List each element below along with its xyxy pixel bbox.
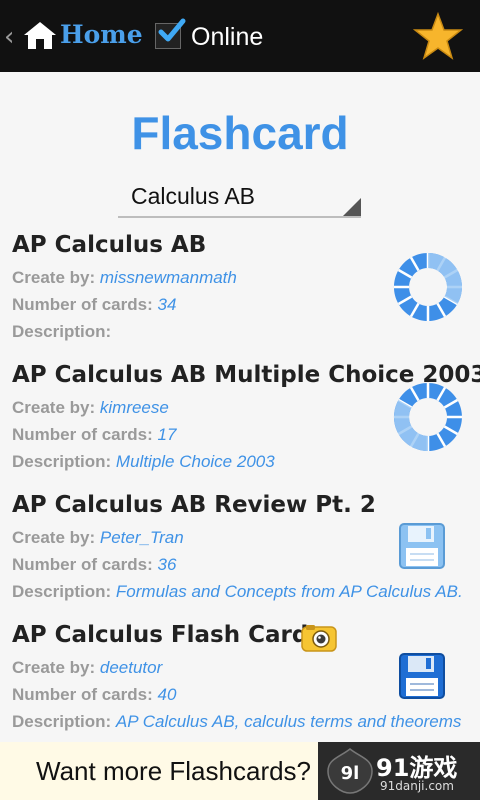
count-label: Number of cards: (12, 295, 153, 314)
description-label: Description: (12, 452, 112, 471)
description-row: Description: Formulas and Concepts from … (12, 582, 463, 602)
watermark-emblem-icon: 9l (327, 748, 373, 794)
description-value: Formulas and Concepts from AP Calculus A… (115, 582, 463, 601)
set-title: AP Calculus AB Review Pt. 2 (12, 492, 376, 518)
creator-label: Create by: (12, 398, 96, 417)
floppy-disk-icon[interactable] (398, 522, 446, 570)
count-label: Number of cards: (12, 425, 153, 444)
creator-label: Create by: (12, 528, 96, 547)
creator-row: Create by: Peter_Tran (12, 528, 184, 548)
action-bar: ‹ Home Online (0, 0, 480, 72)
creator-row: Create by: missnewmanmath (12, 268, 237, 288)
spinner-arrow-icon (343, 198, 361, 216)
count-row: Number of cards: 40 (12, 685, 176, 705)
description-label: Description: (12, 322, 112, 341)
creator-value[interactable]: Peter_Tran (100, 528, 184, 547)
watermark-logo: 9l 91游戏 91danji.com (318, 742, 480, 800)
checkmark-icon (158, 18, 186, 42)
home-icon[interactable] (22, 20, 58, 50)
back-chevron-icon[interactable]: ‹ (4, 22, 14, 52)
svg-text:9l: 9l (341, 763, 360, 784)
description-row: Description: AP Calculus AB, calculus te… (12, 712, 461, 732)
description-label: Description: (12, 712, 112, 731)
description-row: Description: (12, 322, 111, 342)
creator-label: Create by: (12, 268, 96, 287)
count-row: Number of cards: 17 (12, 425, 176, 445)
loading-icon (393, 253, 462, 321)
flashcard-set-item[interactable]: AP Calculus AB Review Pt. 2 Create by: P… (0, 492, 480, 622)
creator-value[interactable]: kimreese (100, 398, 169, 417)
flashcard-set-item[interactable]: AP Calculus AB Create by: missnewmanmath… (0, 232, 480, 362)
count-row: Number of cards: 34 (12, 295, 176, 315)
creator-row: Create by: deetutor (12, 658, 162, 678)
camera-icon (301, 625, 337, 652)
page-title: Flashcard (131, 107, 349, 159)
description-row: Description: Multiple Choice 2003 (12, 452, 275, 472)
description-label: Description: (12, 582, 112, 601)
creator-label: Create by: (12, 658, 96, 677)
spinner-selected-value: Calculus AB (131, 183, 256, 209)
count-value: 17 (157, 425, 177, 444)
home-label[interactable]: Home (60, 20, 143, 49)
description-value: AP Calculus AB, calculus terms and theor… (115, 712, 462, 731)
loading-icon (393, 383, 462, 451)
count-label: Number of cards: (12, 555, 153, 574)
online-label[interactable]: Online (191, 23, 263, 52)
count-row: Number of cards: 36 (12, 555, 176, 575)
watermark-url: 91danji.com (380, 779, 454, 793)
floppy-disk-icon[interactable] (398, 652, 446, 700)
set-title: AP Calculus AB (12, 232, 207, 258)
count-value: 40 (157, 685, 177, 704)
description-value: Multiple Choice 2003 (115, 452, 275, 471)
category-spinner[interactable]: Calculus AB (118, 178, 361, 218)
creator-value[interactable]: missnewmanmath (100, 268, 237, 287)
creator-row: Create by: kimreese (12, 398, 169, 418)
creator-value[interactable]: deetutor (100, 658, 162, 677)
count-value: 34 (157, 295, 177, 314)
flashcard-set-item[interactable]: AP Calculus Flash Cards Create by: deetu… (0, 622, 480, 752)
ad-text[interactable]: Want more Flashcards? T (36, 756, 334, 787)
count-value: 36 (157, 555, 177, 574)
count-label: Number of cards: (12, 685, 153, 704)
set-title: AP Calculus Flash Cards (12, 622, 322, 648)
watermark-title: 91游戏 (376, 754, 458, 782)
flashcard-set-item[interactable]: AP Calculus AB Multiple Choice 2003 Crea… (0, 362, 480, 492)
star-icon[interactable] (413, 12, 463, 60)
